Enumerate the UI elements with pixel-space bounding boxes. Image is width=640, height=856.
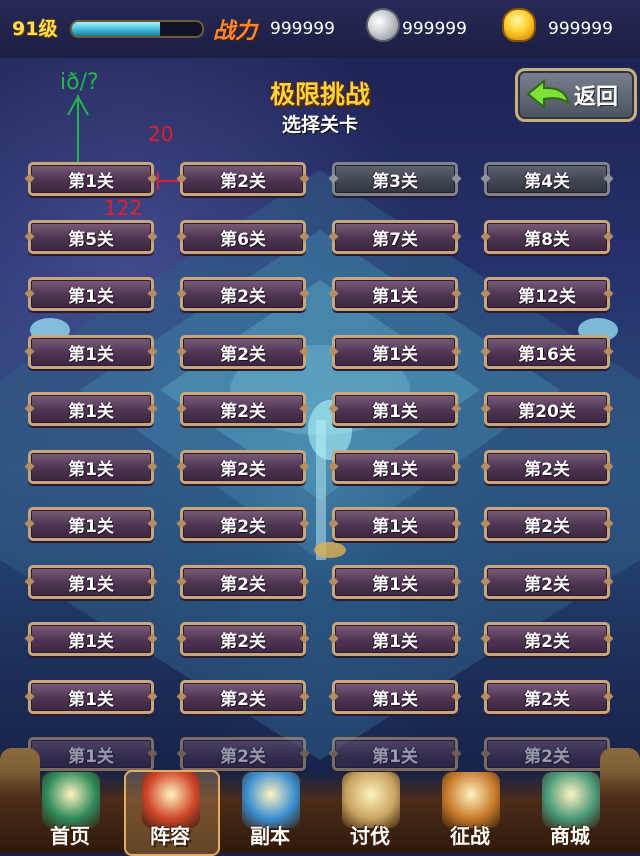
power-label: 战力: [213, 19, 258, 44]
stage-button[interactable]: 第20关: [484, 392, 610, 426]
nav-item-5[interactable]: 商城: [520, 772, 620, 853]
stage-button[interactable]: 第1关: [332, 450, 458, 484]
stage-button[interactable]: 第1关: [28, 277, 154, 311]
gold-ingot-icon: [502, 8, 536, 42]
xp-progress-bar: [70, 20, 204, 38]
stage-button[interactable]: 第2关: [484, 737, 610, 771]
player-level: 91级: [12, 18, 58, 40]
stage-button[interactable]: 第2关: [484, 622, 610, 656]
stage-button[interactable]: 第2关: [180, 680, 306, 714]
stage-button[interactable]: 第2关: [484, 565, 610, 599]
stage-button[interactable]: 第2关: [180, 162, 306, 196]
stage-button[interactable]: 第1关: [28, 737, 154, 771]
nav-item-0[interactable]: 首页: [20, 772, 120, 853]
silver-value: 999999: [402, 19, 467, 39]
silver-coin-icon: [361, 3, 405, 47]
annotation-gap-horizontal: 20: [148, 122, 174, 146]
handwritten-note-green: ið/?: [60, 70, 99, 95]
stage-button[interactable]: 第2关: [180, 622, 306, 656]
back-button[interactable]: 返回: [515, 68, 637, 122]
nav-label: 副本: [250, 824, 290, 848]
stage-button[interactable]: 第2关: [484, 450, 610, 484]
stage-button[interactable]: 第2关: [180, 737, 306, 771]
bottom-navigation: 首页 阵容 副本 讨伐 征战 商城: [0, 770, 640, 856]
stage-button[interactable]: 第6关: [180, 220, 306, 254]
stage-button[interactable]: 第2关: [180, 450, 306, 484]
stage-button[interactable]: 第7关: [332, 220, 458, 254]
nav-label: 阵容: [150, 824, 190, 848]
stage-button[interactable]: 第16关: [484, 335, 610, 369]
stage-button[interactable]: 第3关: [332, 162, 458, 196]
power-value: 999999: [270, 19, 335, 39]
nav-item-1[interactable]: 阵容: [120, 770, 220, 856]
stage-button[interactable]: 第1关: [332, 277, 458, 311]
nav-label: 商城: [550, 824, 590, 848]
stage-button[interactable]: 第5关: [28, 220, 154, 254]
stage-button[interactable]: 第1关: [332, 622, 458, 656]
status-bar: 91级 战力 999999 999999 999999: [0, 0, 640, 58]
xp-progress-fill: [72, 22, 161, 36]
stage-button[interactable]: 第2关: [484, 680, 610, 714]
stage-button[interactable]: 第1关: [28, 335, 154, 369]
nav-item-2[interactable]: 副本: [220, 772, 320, 853]
stage-button[interactable]: 第1关: [332, 335, 458, 369]
stage-button[interactable]: 第2关: [484, 507, 610, 541]
stage-button[interactable]: 第4关: [484, 162, 610, 196]
stage-button[interactable]: 第1关: [28, 622, 154, 656]
stage-button[interactable]: 第2关: [180, 335, 306, 369]
stage-button[interactable]: 第2关: [180, 565, 306, 599]
stage-button[interactable]: 第1关: [28, 392, 154, 426]
stage-grid: 第1关 第2关 第3关 第4关 第5关 第6关 第7关 第8关 第1关 第2关 第1关 第12关 第1关…: [28, 162, 616, 782]
stage-button[interactable]: 第1关: [332, 680, 458, 714]
stage-button[interactable]: 第1关: [28, 450, 154, 484]
back-label: 返回: [574, 85, 619, 110]
back-arrow-icon: [526, 79, 570, 109]
gold-value: 999999: [548, 19, 613, 39]
stage-button[interactable]: 第12关: [484, 277, 610, 311]
stage-button[interactable]: 第1关: [332, 392, 458, 426]
nav-item-4[interactable]: 征战: [420, 772, 520, 853]
stage-button[interactable]: 第2关: [180, 507, 306, 541]
stage-button[interactable]: 第1关: [332, 507, 458, 541]
nav-label: 征战: [450, 824, 490, 848]
stage-button[interactable]: 第1关: [332, 737, 458, 771]
stage-button[interactable]: 第2关: [180, 392, 306, 426]
stage-button[interactable]: 第1关: [28, 680, 154, 714]
stage-button[interactable]: 第2关: [180, 277, 306, 311]
nav-label: 讨伐: [350, 824, 390, 848]
nav-label: 首页: [50, 824, 90, 848]
stage-button[interactable]: 第1关: [28, 162, 154, 196]
stage-button[interactable]: 第8关: [484, 220, 610, 254]
stage-button[interactable]: 第1关: [332, 565, 458, 599]
stage-button[interactable]: 第1关: [28, 507, 154, 541]
stage-button[interactable]: 第1关: [28, 565, 154, 599]
nav-item-3[interactable]: 讨伐: [320, 772, 420, 853]
